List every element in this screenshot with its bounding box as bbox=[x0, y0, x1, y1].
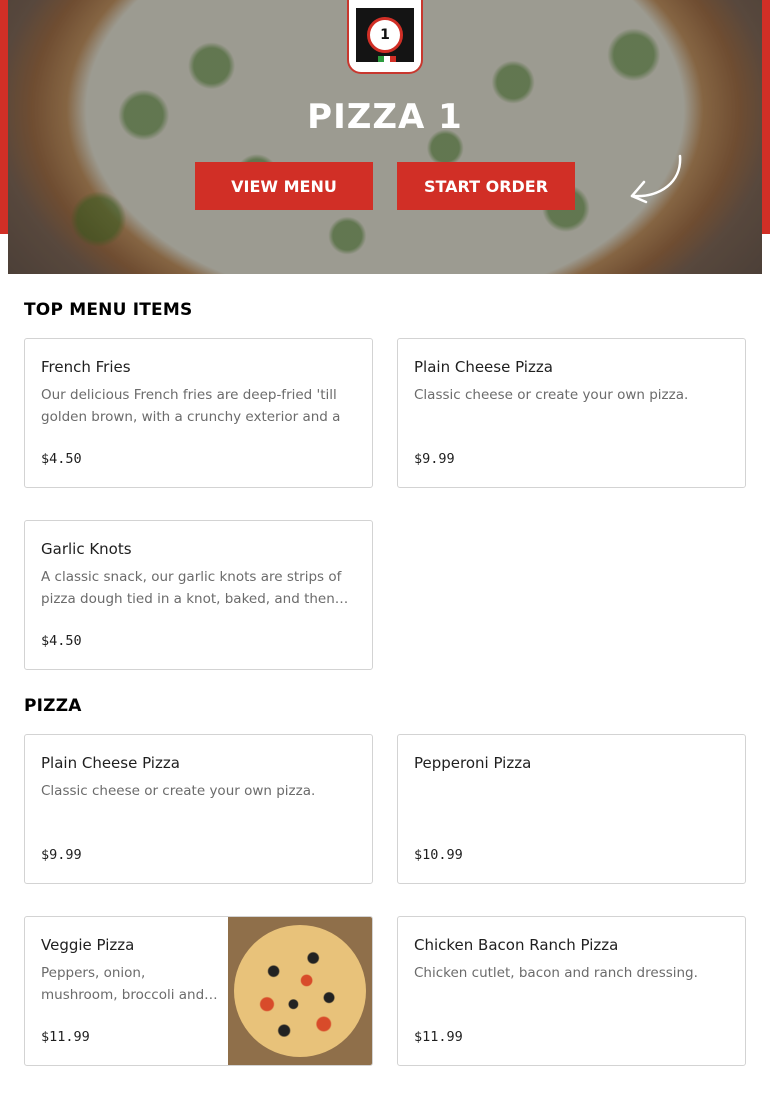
menu-item-price: $4.50 bbox=[41, 633, 82, 649]
menu-item-description: Classic cheese or create your own pizza. bbox=[41, 783, 316, 799]
logo-badge: 1 bbox=[367, 17, 403, 53]
menu-item-price: $9.99 bbox=[41, 847, 82, 863]
restaurant-title: PIZZA 1 bbox=[307, 97, 463, 137]
menu-item-description: A classic snack, our garlic knots are st… bbox=[41, 569, 349, 607]
menu-item-price: $4.50 bbox=[41, 451, 82, 467]
menu-item-description: Peppers, onion, mushroom, broccoli and… bbox=[41, 965, 218, 1003]
menu-item-name: Chicken Bacon Ranch Pizza bbox=[414, 936, 619, 954]
section-title-top-menu-items: TOP MENU ITEMS bbox=[24, 300, 193, 320]
veggie-pizza-photo bbox=[228, 917, 372, 1065]
menu-item-name: French Fries bbox=[41, 358, 131, 376]
menu-item-card[interactable]: Garlic Knots A classic snack, our garlic… bbox=[24, 520, 373, 670]
menu-item-name: Garlic Knots bbox=[41, 540, 132, 558]
logo-emblem: 1 bbox=[356, 8, 414, 62]
view-menu-button[interactable]: VIEW MENU bbox=[195, 162, 373, 210]
menu-item-description: Chicken cutlet, bacon and ranch dressing… bbox=[414, 965, 698, 981]
menu-item-price: $10.99 bbox=[414, 847, 463, 863]
menu-item-description: Classic cheese or create your own pizza. bbox=[414, 387, 689, 403]
menu-item-card[interactable]: French Fries Our delicious French fries … bbox=[24, 338, 373, 488]
menu-item-card[interactable]: Plain Cheese Pizza Classic cheese or cre… bbox=[24, 734, 373, 884]
start-order-button[interactable]: START ORDER bbox=[397, 162, 575, 210]
italian-flag-icon bbox=[378, 56, 396, 62]
menu-item-price: $9.99 bbox=[414, 451, 455, 467]
menu-item-card[interactable]: Plain Cheese Pizza Classic cheese or cre… bbox=[397, 338, 746, 488]
menu-item-card[interactable]: Veggie Pizza Peppers, onion, mushroom, b… bbox=[24, 916, 373, 1066]
section-title-pizza: PIZZA bbox=[24, 696, 82, 716]
menu-item-price: $11.99 bbox=[41, 1029, 90, 1045]
menu-item-name: Plain Cheese Pizza bbox=[41, 754, 180, 772]
menu-item-card[interactable]: Chicken Bacon Ranch Pizza Chicken cutlet… bbox=[397, 916, 746, 1066]
hero-banner: 1 PIZZA 1 VIEW MENU START ORDER bbox=[8, 0, 762, 274]
pizza-image bbox=[234, 925, 366, 1057]
menu-item-card[interactable]: Pepperoni Pizza $10.99 bbox=[397, 734, 746, 884]
menu-item-description: Our delicious French fries are deep-frie… bbox=[41, 387, 341, 425]
menu-item-name: Pepperoni Pizza bbox=[414, 754, 532, 772]
curved-arrow-icon bbox=[630, 154, 682, 204]
menu-item-name: Veggie Pizza bbox=[41, 936, 135, 954]
menu-item-price: $11.99 bbox=[414, 1029, 463, 1045]
restaurant-logo[interactable]: 1 bbox=[347, 0, 423, 74]
menu-item-name: Plain Cheese Pizza bbox=[414, 358, 553, 376]
